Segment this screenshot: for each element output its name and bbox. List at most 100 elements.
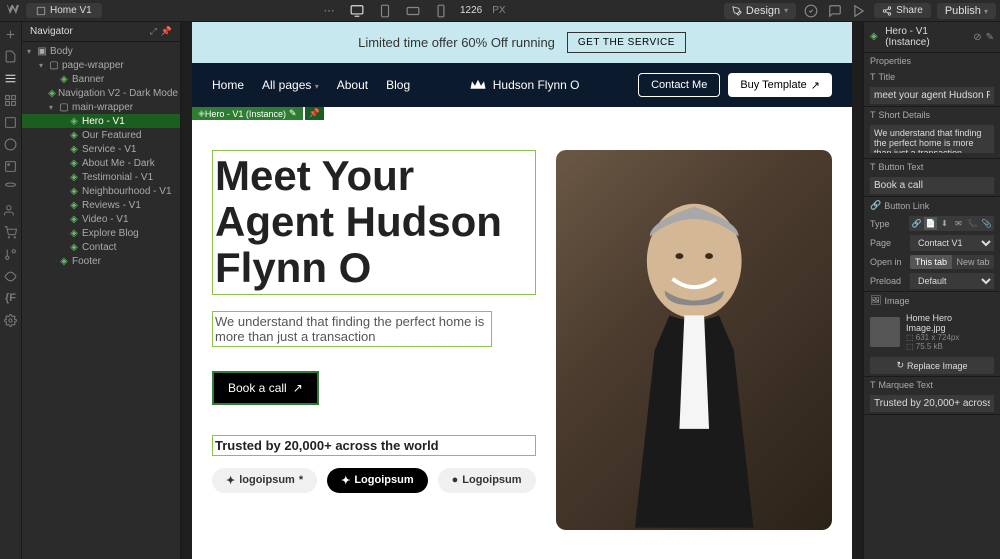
button-text-input[interactable]: [870, 177, 994, 194]
trust-section[interactable]: Trusted by 20,000+ across the world: [212, 435, 536, 456]
tree-neighbourhood[interactable]: ◈Neighbourhood - V1: [22, 184, 180, 198]
type-label: Type: [870, 219, 905, 229]
tree-featured[interactable]: ◈Our Featured: [22, 128, 180, 142]
page-label: Page: [870, 238, 906, 248]
unlink-icon[interactable]: ⊘: [973, 32, 981, 43]
tree-banner[interactable]: ◈Banner: [22, 72, 180, 86]
selection-crumb[interactable]: ◈ Hero - V1 (Instance) ✎: [192, 107, 303, 120]
tree-service[interactable]: ◈Service - V1: [22, 142, 180, 156]
navigator-icon[interactable]: [3, 70, 19, 86]
tree-testimonial[interactable]: ◈Testimonial - V1: [22, 170, 180, 184]
pin-icon[interactable]: 📌: [161, 26, 172, 37]
brand-label: Hudson Flynn O: [493, 78, 580, 92]
settings-icon[interactable]: [3, 312, 19, 328]
publish-label: Publish: [945, 5, 981, 17]
hero-title[interactable]: Meet Your Agent Hudson Flynn O: [212, 150, 536, 295]
pages-icon[interactable]: [3, 48, 19, 64]
nav-blog[interactable]: Blog: [386, 78, 410, 92]
more-icon[interactable]: ⋯: [320, 2, 338, 20]
hero-subtitle[interactable]: We understand that finding the perfect h…: [212, 311, 492, 347]
tree-hero[interactable]: ◈Hero - V1: [22, 114, 180, 128]
collapse-icon[interactable]: ⤢: [150, 26, 157, 37]
page-select[interactable]: Contact V1: [910, 235, 994, 251]
comment-icon[interactable]: [826, 2, 844, 20]
person-silhouette: [556, 150, 832, 530]
banner-cta[interactable]: GET THE SERVICE: [567, 32, 686, 53]
cms-icon[interactable]: [3, 180, 19, 196]
page-tab-label: Home V1: [50, 5, 92, 16]
marquee-input[interactable]: [870, 395, 994, 412]
nav-allpages[interactable]: All pages ▾: [262, 78, 319, 92]
tree-page-wrapper[interactable]: ▾▢page-wrapper: [22, 58, 180, 72]
design-canvas[interactable]: Limited time offer 60% Off running GET T…: [181, 22, 863, 559]
preload-select[interactable]: Default: [910, 273, 994, 289]
preview-icon[interactable]: [850, 2, 868, 20]
webflow-logo-icon[interactable]: [4, 2, 22, 20]
tree-body[interactable]: ▾▣Body: [22, 44, 180, 58]
tree-nav2[interactable]: ◈Navigation V2 - Dark Mode: [22, 86, 180, 100]
edit-icon[interactable]: ✎: [986, 32, 994, 43]
breakpoint-value: 1226: [460, 5, 482, 16]
image-thumbnail[interactable]: [870, 317, 900, 347]
apps-icon[interactable]: [3, 268, 19, 284]
variables-icon[interactable]: [3, 114, 19, 130]
navigator-tree: ▾▣Body ▾▢page-wrapper ◈Banner ◈Navigatio…: [22, 42, 180, 559]
mobile-icon[interactable]: [432, 2, 450, 20]
ecommerce-icon[interactable]: [3, 224, 19, 240]
hero-image[interactable]: [556, 150, 832, 530]
page-tab[interactable]: Home V1: [26, 3, 102, 18]
text-type-icon: T: [870, 110, 876, 120]
tree-reviews[interactable]: ◈Reviews - V1: [22, 198, 180, 212]
tablet-icon[interactable]: [376, 2, 394, 20]
link-email-icon[interactable]: ✉: [952, 217, 965, 230]
short-details-input[interactable]: We understand that finding the perfect h…: [870, 125, 994, 153]
assets-icon[interactable]: [3, 158, 19, 174]
tree-video[interactable]: ◈Video - V1: [22, 212, 180, 226]
new-tab-button[interactable]: New tab: [952, 255, 994, 269]
link-phone-icon[interactable]: 📞: [966, 217, 979, 230]
link-file-icon[interactable]: 📎: [980, 217, 993, 230]
design-mode-button[interactable]: Design ▾: [724, 3, 796, 19]
logo-pill-1[interactable]: ✦ logoipsum*: [212, 468, 317, 493]
link-url-icon[interactable]: 🔗: [910, 217, 923, 230]
desktop-icon[interactable]: [348, 2, 366, 20]
buy-template-button[interactable]: Buy Template ↗: [728, 73, 832, 97]
crumb-pin-icon[interactable]: 📌: [305, 107, 324, 120]
font-icon[interactable]: {F: [3, 290, 19, 306]
landscape-icon[interactable]: [404, 2, 422, 20]
tree-explore[interactable]: ◈Explore Blog: [22, 226, 180, 240]
site-banner[interactable]: Limited time offer 60% Off running GET T…: [192, 22, 852, 63]
site-brand[interactable]: Hudson Flynn O: [469, 78, 580, 92]
replace-image-button[interactable]: ↻ Replace Image: [870, 357, 994, 374]
link-section-icon[interactable]: ⬇: [938, 217, 951, 230]
tree-main-wrapper[interactable]: ▾▢main-wrapper: [22, 100, 180, 114]
panel-title: Hero - V1 (Instance): [885, 26, 969, 48]
publish-button[interactable]: Publish ▾: [937, 3, 996, 19]
tree-aboutme[interactable]: ◈About Me - Dark: [22, 156, 180, 170]
tree-contact[interactable]: ◈Contact: [22, 240, 180, 254]
tree-footer[interactable]: ◈Footer: [22, 254, 180, 268]
logic-icon[interactable]: [3, 246, 19, 262]
users-icon[interactable]: [3, 202, 19, 218]
hero-section[interactable]: Meet Your Agent Hudson Flynn O We unders…: [192, 120, 852, 559]
logo-pill-2[interactable]: ✦ Logoipsum: [327, 468, 428, 493]
share-button[interactable]: Share: [874, 3, 931, 18]
check-icon[interactable]: [802, 2, 820, 20]
contact-me-button[interactable]: Contact Me: [638, 73, 720, 97]
button-text-label: Button Text: [879, 162, 924, 172]
arrow-icon: ↗: [293, 381, 303, 395]
nav-home[interactable]: Home: [212, 78, 244, 92]
title-input[interactable]: [870, 87, 994, 104]
logo-pill-3[interactable]: ● Logoipsum: [438, 468, 536, 493]
nav-about[interactable]: About: [337, 78, 368, 92]
breakpoint-unit: PX: [492, 5, 505, 16]
component-icon: ◈: [870, 31, 881, 43]
site-navbar[interactable]: Home All pages ▾ About Blog Hudson Flynn…: [192, 63, 852, 107]
this-tab-button[interactable]: This tab: [910, 255, 952, 269]
components-icon[interactable]: [3, 92, 19, 108]
add-element-icon[interactable]: [3, 26, 19, 42]
link-page-icon[interactable]: 📄: [924, 217, 937, 230]
styles-icon[interactable]: [3, 136, 19, 152]
marquee-label: Marquee Text: [879, 380, 933, 390]
hero-cta-button[interactable]: Book a call ↗: [212, 371, 319, 405]
